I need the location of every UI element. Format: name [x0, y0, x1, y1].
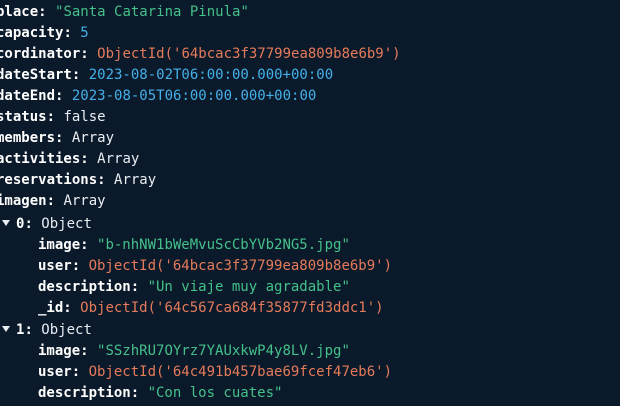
field-dateStart: dateStart: 2023-08-02T06:00:00.000+00:00	[0, 65, 333, 86]
field-key: description	[38, 385, 131, 401]
item-0-field-user: user: ObjectId('64bcac3f37799ea809b8e6b9…	[38, 258, 393, 274]
field-value: ObjectId('64c567ca684f35877fd3ddc1')	[80, 300, 384, 316]
field-value: "b-nhNW1bWeMvuScCbYVb2NG5.jpg"	[97, 237, 350, 253]
field-key: capacity	[0, 25, 64, 41]
item-0-field-description: description: "Un viaje muy agradable"	[38, 279, 350, 295]
item-1-field-image: image: "SSzhRU7OYrz7YAUxkwP4y8LV.jpg"	[38, 343, 350, 359]
chevron-down-icon[interactable]	[2, 326, 10, 332]
field-value: ObjectId('64c491b457bae69fcef47eb6')	[88, 364, 393, 380]
field-key: cordinator	[0, 46, 81, 62]
field-value: ObjectId('64bcac3f37799ea809b8e6b9')	[88, 258, 393, 274]
item-0-field-id: _id: ObjectId('64c567ca684f35877fd3ddc1'…	[38, 300, 384, 316]
field-key: members	[0, 130, 56, 146]
item-1-field-user: user: ObjectId('64c491b457bae69fcef47eb6…	[38, 364, 393, 380]
field-value: "SSzhRU7OYrz7YAUxkwP4y8LV.jpg"	[97, 343, 350, 359]
field-key: place	[0, 4, 39, 20]
field-value: Array	[71, 130, 115, 146]
field-value: 2023-08-02T06:00:00.000+00:00	[88, 67, 334, 83]
field-key: activities	[0, 151, 81, 167]
field-value: "Con los cuates"	[147, 385, 283, 401]
field-key: imagen	[0, 193, 47, 209]
field-key: image	[38, 237, 81, 253]
document-viewer: place: "Santa Catarina Pinula" capacity:…	[0, 0, 620, 406]
field-key: image	[38, 343, 81, 359]
field-value: false	[63, 109, 106, 125]
field-value: 5	[80, 25, 89, 41]
field-place: place: "Santa Catarina Pinula"	[0, 2, 249, 23]
field-imagen[interactable]: imagen: Array	[0, 191, 106, 212]
array-item-0-header[interactable]: 0: Object	[2, 214, 92, 235]
field-key: dateEnd	[0, 88, 56, 104]
field-key: dateStart	[0, 67, 72, 83]
field-value: Array	[97, 151, 140, 167]
field-key: user	[38, 364, 72, 380]
field-value: Array	[63, 193, 106, 209]
field-value: "Un viaje muy agradable"	[147, 279, 350, 295]
item-1-field-description: description: "Con los cuates"	[38, 385, 283, 401]
field-status: status: false	[0, 107, 106, 128]
field-reservations[interactable]: reservations: Array	[0, 170, 156, 191]
field-dateEnd: dateEnd: 2023-08-05T06:00:00.000+00:00	[0, 86, 316, 107]
array-item-type: Object	[41, 216, 92, 232]
field-key: status	[0, 109, 47, 125]
array-item-type: Object	[41, 322, 92, 338]
field-value: Array	[114, 172, 157, 188]
field-value: 2023-08-05T06:00:00.000+00:00	[71, 88, 317, 104]
array-item-1-header[interactable]: 1: Object	[2, 320, 92, 341]
field-capacity: capacity: 5	[0, 23, 89, 44]
field-key: _id	[38, 300, 64, 316]
field-activities[interactable]: activities: Array	[0, 149, 139, 170]
chevron-down-icon[interactable]	[2, 220, 10, 226]
item-0-field-image: image: "b-nhNW1bWeMvuScCbYVb2NG5.jpg"	[38, 237, 350, 253]
field-value: ObjectId('64bcac3f37799ea809b8e6b9')	[97, 46, 401, 62]
field-key: user	[38, 258, 72, 274]
field-members[interactable]: members: Array	[0, 128, 114, 149]
field-key: reservations	[0, 172, 98, 188]
field-value: "Santa Catarina Pinula"	[55, 4, 249, 20]
field-key: description	[38, 279, 131, 295]
field-cordinator: cordinator: ObjectId('64bcac3f37799ea809…	[0, 44, 401, 65]
